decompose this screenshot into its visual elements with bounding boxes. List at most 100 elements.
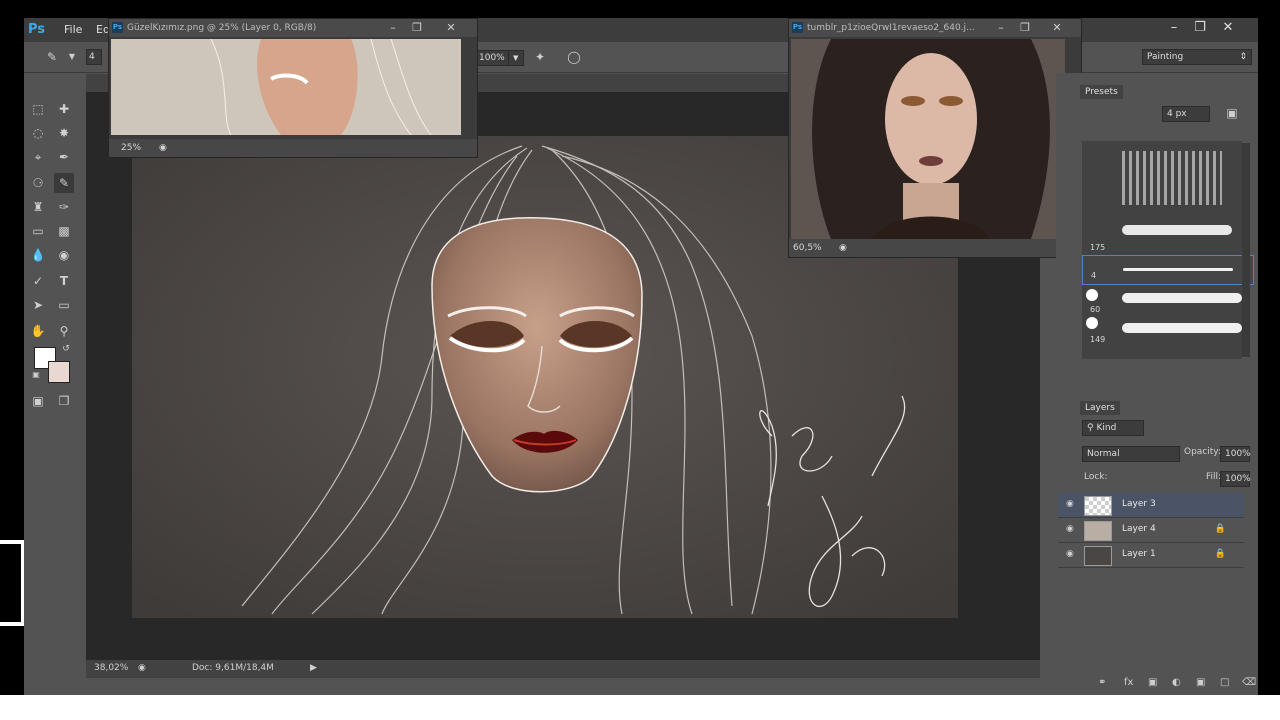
status-icon: ◉	[839, 243, 847, 253]
quick-mask-icon[interactable]: ▣	[28, 391, 48, 411]
blend-mode-select[interactable]: Normal	[1082, 446, 1180, 462]
create-preset-icon[interactable]: ▣	[1222, 103, 1242, 123]
status-menu-arrow-icon[interactable]: ▶	[310, 663, 317, 673]
screen-mode-icon[interactable]: ❐	[54, 391, 74, 411]
eraser-tool-icon[interactable]: ▭	[28, 221, 48, 241]
link-layers-icon[interactable]: ⚭	[1098, 677, 1106, 688]
float-window-reference-2[interactable]: Ps tumblr_p1zioeQrwI1revaeso2_640.j... –…	[788, 18, 1082, 258]
brush-tool-icon[interactable]: ✎	[54, 173, 74, 193]
menu-file[interactable]: File	[64, 23, 82, 36]
photoshop-logo: Ps	[28, 22, 46, 37]
lock-icon: 🔒	[1214, 524, 1226, 534]
float-window-status: 25% ◉	[109, 139, 477, 157]
eye-icon[interactable]: ◉	[1066, 499, 1074, 509]
history-brush-tool-icon[interactable]: ✑	[54, 197, 74, 217]
opacity-label: Opacity:	[1184, 447, 1221, 457]
brush-preview	[1123, 268, 1233, 271]
brush-size-field[interactable]: 4	[86, 49, 102, 65]
dodge-tool-icon[interactable]: ◉	[54, 245, 74, 265]
quick-select-tool-icon[interactable]: ✸	[54, 123, 74, 143]
gradient-tool-icon[interactable]: ▩	[54, 221, 74, 241]
eyedropper-tool-icon[interactable]: ✒	[54, 147, 74, 167]
layer-style-icon[interactable]: fx	[1124, 677, 1133, 688]
brush-size-field[interactable]: 4 px	[1162, 106, 1210, 122]
close-icon[interactable]: ✕	[1216, 20, 1240, 36]
layer-row[interactable]: ◉ Layer 4 🔒	[1058, 518, 1244, 543]
tab-layers[interactable]: Layers	[1080, 401, 1120, 415]
lasso-tool-icon[interactable]: ◌	[28, 123, 48, 143]
lock-label: Lock:	[1084, 472, 1108, 482]
trash-icon[interactable]: ⌫	[1242, 677, 1256, 688]
zoom-level[interactable]: 38,02%	[94, 663, 128, 673]
layer-name[interactable]: Layer 4	[1122, 524, 1156, 534]
blur-tool-icon[interactable]: 💧	[28, 245, 48, 265]
swap-colors-icon[interactable]: ↺	[56, 339, 76, 359]
layer-filter-kind[interactable]: ⚲ Kind	[1082, 420, 1144, 436]
layer-thumbnail	[1084, 546, 1112, 566]
layer-mask-icon[interactable]: ▣	[1148, 677, 1157, 688]
brush-size-num: 175	[1090, 243, 1106, 252]
path-select-tool-icon[interactable]: ➤	[28, 295, 48, 315]
layer-name[interactable]: Layer 1	[1122, 549, 1156, 559]
zoom-tool-icon[interactable]: ⚲	[54, 321, 74, 341]
layer-row[interactable]: ◉ Layer 1 🔒	[1058, 543, 1244, 568]
airbrush-icon[interactable]: ✦	[530, 47, 550, 67]
float-window-titlebar[interactable]: Ps tumblr_p1zioeQrwI1revaeso2_640.j... –…	[789, 19, 1081, 37]
eye-icon[interactable]: ◉	[1066, 524, 1074, 534]
layers-footer: ⚭ fx ▣ ◐ ▣ □ ⌫	[1080, 677, 1256, 695]
float-window-zoom[interactable]: 60,5%	[793, 239, 822, 257]
flow-field[interactable]: 100%	[474, 50, 510, 66]
doc-info: Doc: 9,61M/18,4M	[192, 663, 274, 673]
close-icon[interactable]: ✕	[443, 19, 459, 37]
search-icon: ⚲	[1087, 423, 1094, 433]
type-tool-icon[interactable]: T	[54, 271, 74, 291]
float-window-zoom[interactable]: 25%	[121, 139, 141, 157]
chevron-down-icon[interactable]: ▼	[62, 47, 82, 67]
minimize-icon[interactable]: –	[385, 19, 401, 37]
background-color-swatch[interactable]	[48, 361, 70, 383]
restore-icon[interactable]: ❐	[1017, 19, 1033, 37]
status-bar: 38,02% ◉ Doc: 9,61M/18,4M ▶	[86, 660, 1040, 678]
float-window-titlebar[interactable]: Ps GüzelKızımız.png @ 25% (Layer 0, RGB/…	[109, 19, 477, 37]
float-window-reference-1[interactable]: Ps GüzelKızımız.png @ 25% (Layer 0, RGB/…	[108, 18, 478, 158]
workspace-label: Painting	[1147, 52, 1184, 62]
minimize-icon[interactable]: –	[993, 19, 1009, 37]
clone-stamp-tool-icon[interactable]: ♜	[28, 197, 48, 217]
tab-brush-presets[interactable]: Presets	[1080, 85, 1123, 99]
rectangle-tool-icon[interactable]: ▭	[54, 295, 74, 315]
letterbox-right	[1258, 0, 1280, 720]
layer-thumbnail	[1084, 496, 1112, 516]
fill-field[interactable]: 100%	[1220, 471, 1251, 487]
brush-list-scrollbar[interactable]	[1242, 143, 1250, 357]
hand-tool-icon[interactable]: ✋	[28, 321, 48, 341]
toolbox: ⬚ ✚ ◌ ✸ ⌖ ✒ ⚆ ✎ ♜ ✑ ▭ ▩ 💧 ◉ ✓ T ➤ ▭ ✋ ⚲ …	[24, 73, 80, 433]
brush-preview-spatter	[1122, 151, 1222, 205]
layer-name[interactable]: Layer 3	[1122, 499, 1156, 509]
close-icon[interactable]: ✕	[1049, 19, 1065, 37]
move-tool-icon[interactable]: ✚	[54, 99, 74, 119]
opacity-field[interactable]: 100%	[1220, 446, 1251, 462]
letterbox-top	[0, 0, 1280, 18]
ps-doc-icon: Ps	[792, 22, 803, 33]
group-icon[interactable]: ▣	[1196, 677, 1205, 688]
crop-tool-icon[interactable]: ⌖	[28, 147, 48, 167]
layer-row[interactable]: ◉ Layer 3	[1058, 493, 1244, 518]
minimize-icon[interactable]: –	[1162, 20, 1186, 36]
restore-icon[interactable]: ❐	[1188, 20, 1212, 36]
brush-tool-preset-icon[interactable]: ✎	[42, 47, 62, 67]
adjustment-layer-icon[interactable]: ◐	[1172, 677, 1181, 688]
ps-doc-icon: Ps	[112, 22, 123, 33]
workspace-switcher[interactable]: Painting ⇕	[1142, 49, 1252, 65]
pen-tool-icon[interactable]: ✓	[28, 271, 48, 291]
flow-dropdown-icon[interactable]: ▼	[508, 50, 524, 66]
reference-image-1	[111, 39, 461, 135]
pressure-size-icon[interactable]: ◯	[564, 47, 584, 67]
brush-item-selected[interactable]: 4	[1082, 255, 1254, 285]
marquee-tool-icon[interactable]: ⬚	[28, 99, 48, 119]
default-colors-icon[interactable]: ▣	[26, 365, 46, 385]
eye-icon[interactable]: ◉	[1066, 549, 1074, 559]
healing-brush-tool-icon[interactable]: ⚆	[28, 173, 48, 193]
restore-icon[interactable]: ❐	[409, 19, 425, 37]
brush-list: 175 4 60 149	[1082, 141, 1254, 359]
new-layer-icon[interactable]: □	[1220, 677, 1229, 688]
